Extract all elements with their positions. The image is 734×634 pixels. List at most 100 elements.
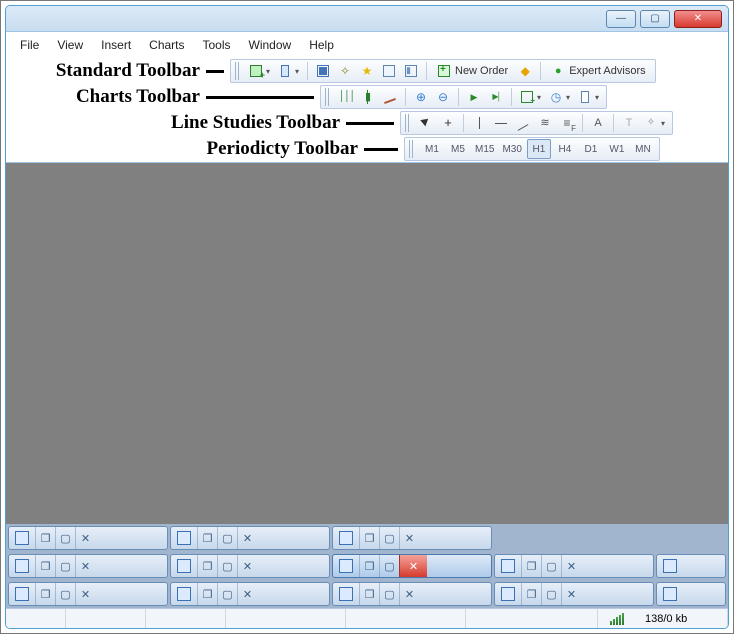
maximize-icon[interactable]: ▢ <box>55 527 75 549</box>
periodicity-button[interactable] <box>546 87 566 107</box>
minimized-window[interactable]: ❐▢✕ <box>494 582 654 606</box>
maximize-icon[interactable]: ▢ <box>217 527 237 549</box>
close-icon[interactable]: ✕ <box>399 527 419 549</box>
minimized-window[interactable] <box>656 554 726 578</box>
crosshair-button[interactable] <box>438 113 458 133</box>
terminal-button[interactable] <box>379 61 399 81</box>
period-d1-button[interactable]: D1 <box>579 139 603 159</box>
restore-icon[interactable]: ❐ <box>197 527 217 549</box>
objects-button[interactable] <box>641 113 661 133</box>
close-icon[interactable]: ✕ <box>399 555 427 577</box>
menu-tools[interactable]: Tools <box>203 38 231 52</box>
close-icon[interactable]: ✕ <box>399 583 419 605</box>
market-watch-button[interactable] <box>313 61 333 81</box>
maximize-icon[interactable]: ▢ <box>55 555 75 577</box>
expert-advisors-button[interactable]: Expert Advisors <box>546 61 650 81</box>
restore-icon[interactable]: ❐ <box>35 555 55 577</box>
minimized-window[interactable]: ❐▢✕ <box>332 582 492 606</box>
minimized-window[interactable]: ❐▢✕ <box>8 554 168 578</box>
new-order-button[interactable]: New Order <box>432 61 513 81</box>
dropdown-icon[interactable]: ▾ <box>595 93 602 102</box>
menu-file[interactable]: File <box>20 38 39 52</box>
vertical-line-button[interactable] <box>469 113 489 133</box>
metaeditor-button[interactable] <box>515 61 535 81</box>
close-icon[interactable]: ✕ <box>75 583 95 605</box>
candlestick-button[interactable] <box>358 87 378 107</box>
maximize-button[interactable]: ▢ <box>640 10 670 28</box>
data-window-button[interactable] <box>357 61 377 81</box>
period-w1-button[interactable]: W1 <box>605 139 629 159</box>
minimized-window[interactable]: ❐▢✕ <box>332 526 492 550</box>
period-m1-button[interactable]: M1 <box>420 139 444 159</box>
period-m30-button[interactable]: M30 <box>499 139 524 159</box>
close-icon[interactable]: ✕ <box>561 583 581 605</box>
minimized-window[interactable]: ❐▢✕ <box>8 582 168 606</box>
restore-icon[interactable]: ❐ <box>35 583 55 605</box>
restore-icon[interactable]: ❐ <box>35 527 55 549</box>
restore-icon[interactable]: ❐ <box>359 555 379 577</box>
menu-help[interactable]: Help <box>309 38 334 52</box>
period-h4-button[interactable]: H4 <box>553 139 577 159</box>
minimize-button[interactable]: — <box>606 10 636 28</box>
connection-status[interactable]: 138/0 kb <box>598 609 728 628</box>
toolbar-grip[interactable] <box>405 114 410 132</box>
close-icon[interactable]: ✕ <box>75 555 95 577</box>
menu-view[interactable]: View <box>57 38 83 52</box>
horizontal-line-button[interactable] <box>491 113 511 133</box>
templates-button[interactable] <box>575 87 595 107</box>
period-m5-button[interactable]: M5 <box>446 139 470 159</box>
maximize-icon[interactable]: ▢ <box>541 583 561 605</box>
dropdown-icon[interactable]: ▾ <box>537 93 544 102</box>
maximize-icon[interactable]: ▢ <box>217 583 237 605</box>
close-icon[interactable]: ✕ <box>237 583 257 605</box>
cursor-button[interactable] <box>416 113 436 133</box>
toolbar-grip[interactable] <box>235 62 240 80</box>
indicators-button[interactable] <box>517 87 537 107</box>
menu-charts[interactable]: Charts <box>149 38 184 52</box>
minimized-window[interactable]: ❐▢✕ <box>170 526 330 550</box>
bar-chart-button[interactable] <box>336 87 356 107</box>
maximize-icon[interactable]: ▢ <box>217 555 237 577</box>
period-h1-button[interactable]: H1 <box>527 139 551 159</box>
restore-icon[interactable]: ❐ <box>359 527 379 549</box>
fibonacci-button[interactable] <box>557 113 577 133</box>
dropdown-icon[interactable]: ▾ <box>266 67 273 76</box>
minimized-window-active[interactable]: ❐▢✕ <box>332 554 492 578</box>
dropdown-icon[interactable]: ▾ <box>566 93 573 102</box>
new-chart-button[interactable] <box>246 61 266 81</box>
close-icon[interactable]: ✕ <box>561 555 581 577</box>
minimized-window[interactable]: ❐▢✕ <box>494 554 654 578</box>
maximize-icon[interactable]: ▢ <box>379 583 399 605</box>
zoom-in-button[interactable] <box>411 87 431 107</box>
menu-window[interactable]: Window <box>249 38 292 52</box>
chart-shift-button[interactable] <box>486 87 506 107</box>
maximize-icon[interactable]: ▢ <box>55 583 75 605</box>
close-icon[interactable]: ✕ <box>75 527 95 549</box>
dropdown-icon[interactable]: ▾ <box>661 119 668 128</box>
minimized-window[interactable]: ❐▢✕ <box>8 526 168 550</box>
period-m15-button[interactable]: M15 <box>472 139 497 159</box>
menu-insert[interactable]: Insert <box>101 38 131 52</box>
restore-icon[interactable]: ❐ <box>521 583 541 605</box>
line-chart-button[interactable] <box>380 87 400 107</box>
text-button[interactable] <box>588 113 608 133</box>
minimized-window[interactable]: ❐▢✕ <box>170 554 330 578</box>
restore-icon[interactable]: ❐ <box>197 583 217 605</box>
close-icon[interactable]: ✕ <box>237 555 257 577</box>
trendline-button[interactable] <box>513 113 533 133</box>
maximize-icon[interactable]: ▢ <box>541 555 561 577</box>
zoom-out-button[interactable] <box>433 87 453 107</box>
maximize-icon[interactable]: ▢ <box>379 527 399 549</box>
restore-icon[interactable]: ❐ <box>521 555 541 577</box>
close-icon[interactable]: ✕ <box>237 527 257 549</box>
minimized-window[interactable]: ❐▢✕ <box>170 582 330 606</box>
equidistant-channel-button[interactable] <box>535 113 555 133</box>
auto-scroll-button[interactable] <box>464 87 484 107</box>
profiles-button[interactable] <box>275 61 295 81</box>
minimized-window[interactable] <box>656 582 726 606</box>
toolbar-grip[interactable] <box>325 88 330 106</box>
restore-icon[interactable]: ❐ <box>359 583 379 605</box>
toolbar-grip[interactable] <box>409 140 414 158</box>
strategy-tester-button[interactable] <box>401 61 421 81</box>
navigator-button[interactable] <box>335 61 355 81</box>
